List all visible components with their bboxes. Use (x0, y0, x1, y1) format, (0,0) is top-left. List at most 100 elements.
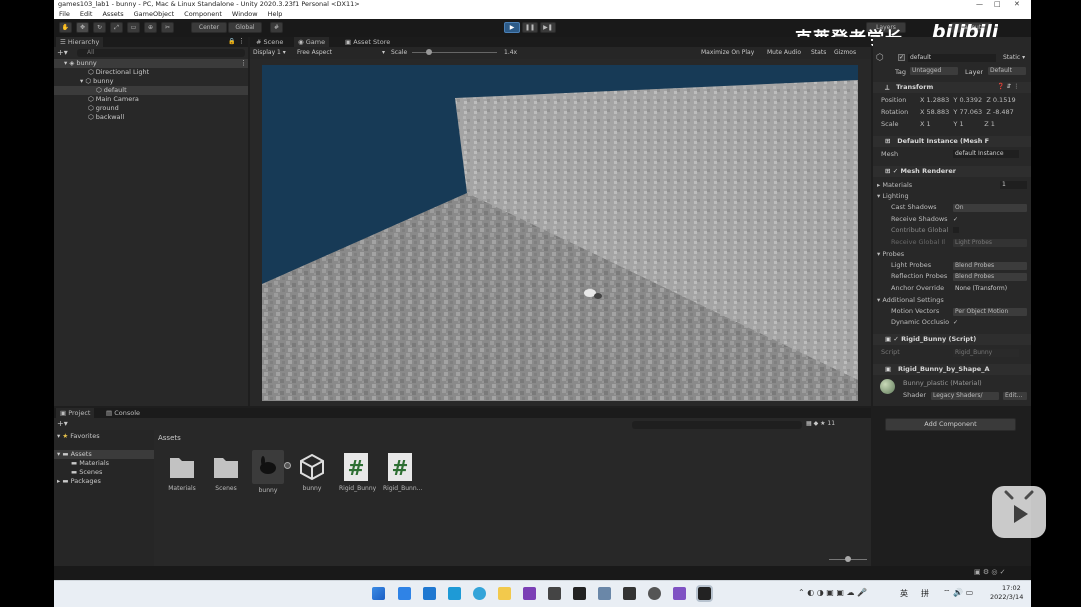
asset-item-rigid-bunny-script[interactable]: # Rigid_Bunny (339, 452, 376, 492)
notion-icon[interactable] (573, 587, 586, 600)
windows-start-icon[interactable] (372, 587, 385, 600)
menu-component[interactable]: Component (179, 9, 227, 19)
pivot-center-button[interactable]: Center (191, 22, 227, 33)
tree-assets[interactable]: ▾ ▬ Assets (54, 450, 154, 459)
project-search-input[interactable] (632, 421, 802, 429)
materials-label[interactable]: ▸ Materials (877, 180, 912, 191)
menu-edit[interactable]: Edit (75, 9, 98, 19)
remote-desktop-icon[interactable] (448, 587, 461, 600)
position-y[interactable]: 0.3392 (959, 96, 982, 104)
terminal-icon[interactable] (548, 587, 561, 600)
clock-date[interactable]: 2022/3/14 (990, 593, 1023, 601)
rotation-fields[interactable]: X 58.883 Y 77.063 Z -8.487 (920, 107, 1030, 118)
menu-file[interactable]: File (54, 9, 75, 19)
tag-dropdown[interactable]: Untagged (910, 67, 958, 75)
additional-settings-foldout[interactable]: ▾ Additional Settings (877, 295, 944, 306)
cast-shadows-dropdown[interactable]: On (953, 204, 1027, 212)
asset-item-rigid-bunny-shape-script[interactable]: # Rigid_Bunn... (383, 452, 422, 492)
hand-tool-icon[interactable]: ✋ (59, 22, 72, 33)
rotation-y[interactable]: 77.063 (959, 108, 982, 116)
tab-hierarchy[interactable]: ☰ Hierarchy (56, 37, 104, 47)
tree-packages[interactable]: ▸ ▬ Packages (57, 477, 101, 486)
lighting-foldout[interactable]: ▾ Lighting (877, 191, 909, 202)
object-name-field[interactable]: default (908, 54, 996, 62)
tree-scenes[interactable]: ▬ Scenes (71, 468, 102, 477)
scene-row[interactable]: ▾ ◈ bunny (54, 59, 248, 68)
rigid-bunny-shape-script-header[interactable]: ▣ Rigid_Bunny_by_Shape_A (873, 364, 1031, 375)
edge-browser-icon[interactable] (473, 587, 486, 600)
asset-item-bunny-scene[interactable]: bunny (295, 452, 329, 492)
mesh-filter-header[interactable]: ⊞ Default Instance (Mesh F (873, 136, 1031, 147)
position-x[interactable]: 1.2883 (927, 96, 950, 104)
visual-studio-icon[interactable] (673, 587, 686, 600)
mute-audio-toggle[interactable]: Mute Audio (767, 49, 801, 56)
custom-tool-icon[interactable]: ✂ (161, 22, 174, 33)
unity-hub-icon[interactable] (623, 587, 636, 600)
lock-icon[interactable]: 🔒 (228, 38, 235, 45)
step-button[interactable]: ▶❚ (540, 22, 556, 33)
hierarchy-item-bunny[interactable]: ▾ ⬡ bunny (80, 77, 113, 86)
asset-item-scenes[interactable]: Scenes (209, 452, 243, 492)
asset-item-materials[interactable]: Materials (165, 452, 199, 492)
menu-gameobject[interactable]: GameObject (129, 9, 180, 19)
scale-z[interactable]: 1 (991, 120, 995, 128)
menu-window[interactable]: Window (227, 9, 263, 19)
tab-scene[interactable]: # Scene (252, 37, 287, 47)
tab-project[interactable]: ▣ Project (56, 408, 95, 418)
github-icon[interactable] (648, 587, 661, 600)
display-dropdown[interactable]: Display 1 ▾ (253, 49, 286, 56)
tray-icons[interactable]: ⌃ ◐ ◑ ▣ ▣ ☁ 🎤 (798, 588, 867, 597)
position-fields[interactable]: X 1.2883 Y 0.3392 Z 0.1519 (920, 95, 1030, 106)
icon-size-slider-thumb[interactable] (845, 556, 851, 562)
hierarchy-item-main-camera[interactable]: ⬡ Main Camera (88, 95, 139, 104)
onenote-icon[interactable] (523, 587, 536, 600)
video-play-overlay-button[interactable] (992, 486, 1046, 538)
more-options-icon[interactable]: ⋮ (238, 37, 245, 45)
material-title[interactable]: Bunny_plastic (Material) (903, 378, 982, 389)
hierarchy-item-ground[interactable]: ⬡ ground (88, 104, 119, 113)
scale-x[interactable]: 1 (927, 120, 931, 128)
status-icons[interactable]: ▣ ⚙ ◎ ✓ (974, 568, 1006, 576)
hierarchy-item-default[interactable]: ⬡ default (54, 86, 248, 95)
assets-breadcrumb[interactable]: Assets (158, 434, 181, 442)
network-volume-icons[interactable]: ⌔ 🔊 ▭ (943, 588, 973, 598)
scene-menu-icon[interactable]: ⋮ (240, 59, 247, 67)
menu-help[interactable]: Help (263, 9, 288, 19)
layer-dropdown[interactable]: Default (988, 67, 1026, 75)
filter-icons[interactable]: ▦ ◆ ★ 11 (806, 420, 835, 427)
todo-app-icon[interactable] (398, 587, 411, 600)
menu-assets[interactable]: Assets (97, 9, 128, 19)
tab-game[interactable]: ◉ Game (294, 37, 330, 47)
receive-shadows-checkbox[interactable]: ✓ (953, 216, 958, 223)
rotation-x[interactable]: 58.883 (927, 108, 950, 116)
active-checkbox[interactable]: ✓ (898, 54, 905, 61)
transform-tool-icon[interactable]: ⊕ (144, 22, 157, 33)
space-global-button[interactable]: Global (228, 22, 262, 33)
anchor-override-field[interactable]: None (Transform) (953, 285, 1019, 293)
grid-snap-icon[interactable]: # (270, 22, 283, 33)
light-probes-dropdown[interactable]: Blend Probes (953, 262, 1027, 270)
vscode-icon[interactable] (423, 587, 436, 600)
scale-y[interactable]: 1 (959, 120, 963, 128)
tree-materials[interactable]: ▬ Materials (71, 459, 109, 468)
rotate-tool-icon[interactable]: ↻ (93, 22, 106, 33)
create-plus-icon[interactable]: +▾ (57, 48, 68, 57)
probes-foldout[interactable]: ▾ Probes (877, 249, 904, 260)
mesh-renderer-header[interactable]: ⊞ ✓ Mesh Renderer (873, 166, 1031, 177)
hierarchy-search-input[interactable]: All (77, 49, 245, 57)
scale-slider-thumb[interactable] (426, 49, 432, 55)
clock-time[interactable]: 17:02 (1002, 584, 1021, 592)
dynamic-occlusion-checkbox[interactable]: ✓ (953, 319, 958, 326)
component-help-icon[interactable]: ❓ ⇵ ⋮ (997, 83, 1019, 90)
contribute-gi-checkbox[interactable] (953, 227, 959, 233)
static-toggle[interactable]: Static ▾ (1003, 54, 1025, 61)
gizmos-toggle[interactable]: Gizmos (834, 49, 856, 56)
scale-fields[interactable]: X 1 Y 1 Z 1 (920, 119, 1030, 130)
expand-model-icon[interactable] (284, 462, 291, 469)
hierarchy-item-backwall[interactable]: ⬡ backwall (88, 113, 124, 122)
scale-slider[interactable] (412, 52, 497, 53)
close-icon[interactable]: ✕ (1014, 0, 1020, 9)
ime-pinyin[interactable]: 拼 (921, 588, 929, 599)
asset-item-bunny-model[interactable]: bunny (251, 450, 285, 494)
move-tool-icon[interactable]: ✥ (76, 22, 89, 33)
